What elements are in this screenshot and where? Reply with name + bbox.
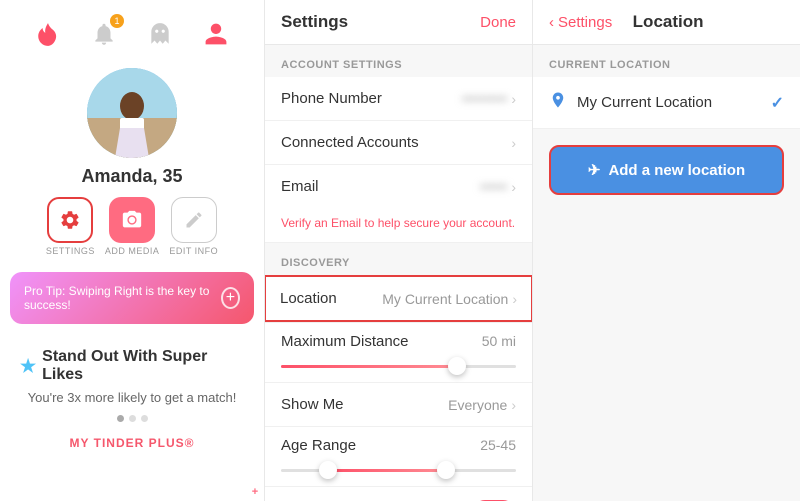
dots-indicator bbox=[117, 415, 148, 422]
back-label: Settings bbox=[558, 14, 612, 31]
distance-label: Maximum Distance bbox=[281, 333, 409, 350]
distance-slider[interactable] bbox=[281, 356, 516, 376]
superlikes-subtitle: You're 3x more likely to get a match! bbox=[28, 390, 237, 405]
age-label: Age Range bbox=[281, 437, 356, 454]
location-check-icon: ✓ bbox=[771, 93, 784, 113]
location-value: My Current Location › bbox=[382, 291, 517, 307]
add-location-text: ✈ Add a new location bbox=[588, 161, 745, 179]
profile-panel: 1 Amanda, 35 bbox=[0, 0, 265, 501]
location-header: ‹ Settings Location bbox=[533, 0, 800, 45]
action-buttons: SETTINGS + ADD MEDIA EDIT INFO bbox=[46, 197, 218, 256]
add-media-label: ADD MEDIA bbox=[105, 246, 160, 256]
email-label: Email bbox=[281, 178, 319, 195]
current-location-name: My Current Location bbox=[577, 94, 712, 111]
distance-value: 50 mi bbox=[482, 333, 516, 350]
distance-track bbox=[281, 365, 516, 368]
discovery-section-header: DISCOVERY bbox=[265, 243, 532, 275]
age-slider[interactable] bbox=[281, 460, 516, 480]
notification-badge: 1 bbox=[110, 14, 124, 28]
star-icon: ★ bbox=[20, 356, 36, 377]
location-label: Location bbox=[280, 290, 337, 307]
back-button[interactable]: ‹ Settings bbox=[549, 14, 612, 31]
email-row[interactable]: Email •••••• › bbox=[265, 165, 532, 208]
age-thumb-right[interactable] bbox=[437, 461, 455, 479]
account-section-header: ACCOUNT SETTINGS bbox=[265, 45, 532, 77]
phone-label: Phone Number bbox=[281, 90, 382, 107]
email-verify-text: Verify an Email to help secure your acco… bbox=[281, 216, 515, 230]
edit-info-label: EDIT INFO bbox=[169, 246, 218, 256]
phone-chevron: › bbox=[511, 91, 516, 107]
current-location-header: CURRENT LOCATION bbox=[533, 45, 800, 77]
connected-accounts-row[interactable]: Connected Accounts › bbox=[265, 121, 532, 165]
settings-header: Settings Done bbox=[265, 0, 532, 45]
current-location-row[interactable]: My Current Location ✓ bbox=[533, 77, 800, 129]
age-fill bbox=[328, 469, 446, 472]
notification-icon[interactable]: 1 bbox=[88, 18, 120, 50]
connected-chevron: › bbox=[511, 135, 516, 151]
pro-tip-banner: Pro Tip: Swiping Right is the key to suc… bbox=[10, 272, 254, 324]
top-nav-icons: 1 bbox=[0, 10, 264, 58]
flame-icon[interactable] bbox=[32, 18, 64, 50]
location-chevron: › bbox=[512, 291, 517, 307]
pro-tip-text: Pro Tip: Swiping Right is the key to suc… bbox=[24, 284, 221, 312]
settings-panel: Settings Done ACCOUNT SETTINGS Phone Num… bbox=[265, 0, 533, 501]
email-chevron: › bbox=[511, 179, 516, 195]
location-title: Location bbox=[633, 12, 704, 32]
account-settings-card: Phone Number •••••••••• › Connected Acco… bbox=[265, 77, 532, 208]
add-location-button[interactable]: ✈ Add a new location bbox=[549, 145, 784, 195]
pin-icon bbox=[549, 91, 567, 114]
show-me-label: Show Me bbox=[281, 396, 344, 413]
phone-blurred: •••••••••• bbox=[462, 91, 508, 106]
ghost-icon[interactable] bbox=[144, 18, 176, 50]
global-row[interactable]: Global bbox=[265, 487, 532, 501]
settings-button[interactable]: SETTINGS bbox=[46, 197, 95, 256]
settings-label: SETTINGS bbox=[46, 246, 95, 256]
add-media-button[interactable]: + ADD MEDIA bbox=[105, 197, 160, 256]
pro-tip-plus-button[interactable]: + bbox=[221, 287, 240, 309]
dot-2 bbox=[129, 415, 136, 422]
distance-thumb[interactable] bbox=[448, 357, 466, 375]
connected-label: Connected Accounts bbox=[281, 134, 419, 151]
dot-1 bbox=[117, 415, 124, 422]
profile-name: Amanda, 35 bbox=[81, 166, 182, 187]
show-me-value: Everyone › bbox=[448, 397, 516, 413]
settings-title: Settings bbox=[281, 12, 348, 32]
show-me-chevron: › bbox=[511, 397, 516, 413]
location-panel: ‹ Settings Location CURRENT LOCATION My … bbox=[533, 0, 800, 501]
age-thumb-left[interactable] bbox=[319, 461, 337, 479]
email-blurred: •••••• bbox=[480, 179, 507, 194]
age-range-row: Age Range 25-45 bbox=[265, 427, 532, 487]
superlikes-section: ★ Stand Out With Super Likes You're 3x m… bbox=[0, 338, 264, 460]
plane-icon: ✈ bbox=[588, 161, 601, 179]
age-value: 25-45 bbox=[480, 437, 516, 454]
avatar bbox=[87, 68, 177, 158]
show-me-row[interactable]: Show Me Everyone › bbox=[265, 383, 532, 427]
phone-row[interactable]: Phone Number •••••••••• › bbox=[265, 77, 532, 121]
location-body: CURRENT LOCATION My Current Location ✓ ✈… bbox=[533, 45, 800, 501]
settings-body: ACCOUNT SETTINGS Phone Number ••••••••••… bbox=[265, 45, 532, 501]
connected-value: › bbox=[511, 135, 516, 151]
phone-value: •••••••••• › bbox=[462, 91, 516, 107]
distance-row: Maximum Distance 50 mi bbox=[265, 323, 532, 383]
superlikes-title: ★ Stand Out With Super Likes bbox=[20, 348, 244, 384]
distance-fill bbox=[281, 365, 457, 368]
email-verify-notice: Verify an Email to help secure your acco… bbox=[265, 208, 532, 243]
age-track bbox=[281, 469, 516, 472]
profile-icon[interactable] bbox=[200, 18, 232, 50]
email-value: •••••• › bbox=[480, 179, 516, 195]
back-chevron: ‹ bbox=[549, 14, 554, 31]
location-row-left: My Current Location bbox=[549, 91, 712, 114]
location-row[interactable]: Location My Current Location › bbox=[265, 275, 532, 322]
tinder-plus-button[interactable]: MY TINDER PLUS® bbox=[70, 436, 195, 450]
edit-info-button[interactable]: EDIT INFO bbox=[169, 197, 218, 256]
settings-done-button[interactable]: Done bbox=[480, 14, 516, 31]
dot-3 bbox=[141, 415, 148, 422]
